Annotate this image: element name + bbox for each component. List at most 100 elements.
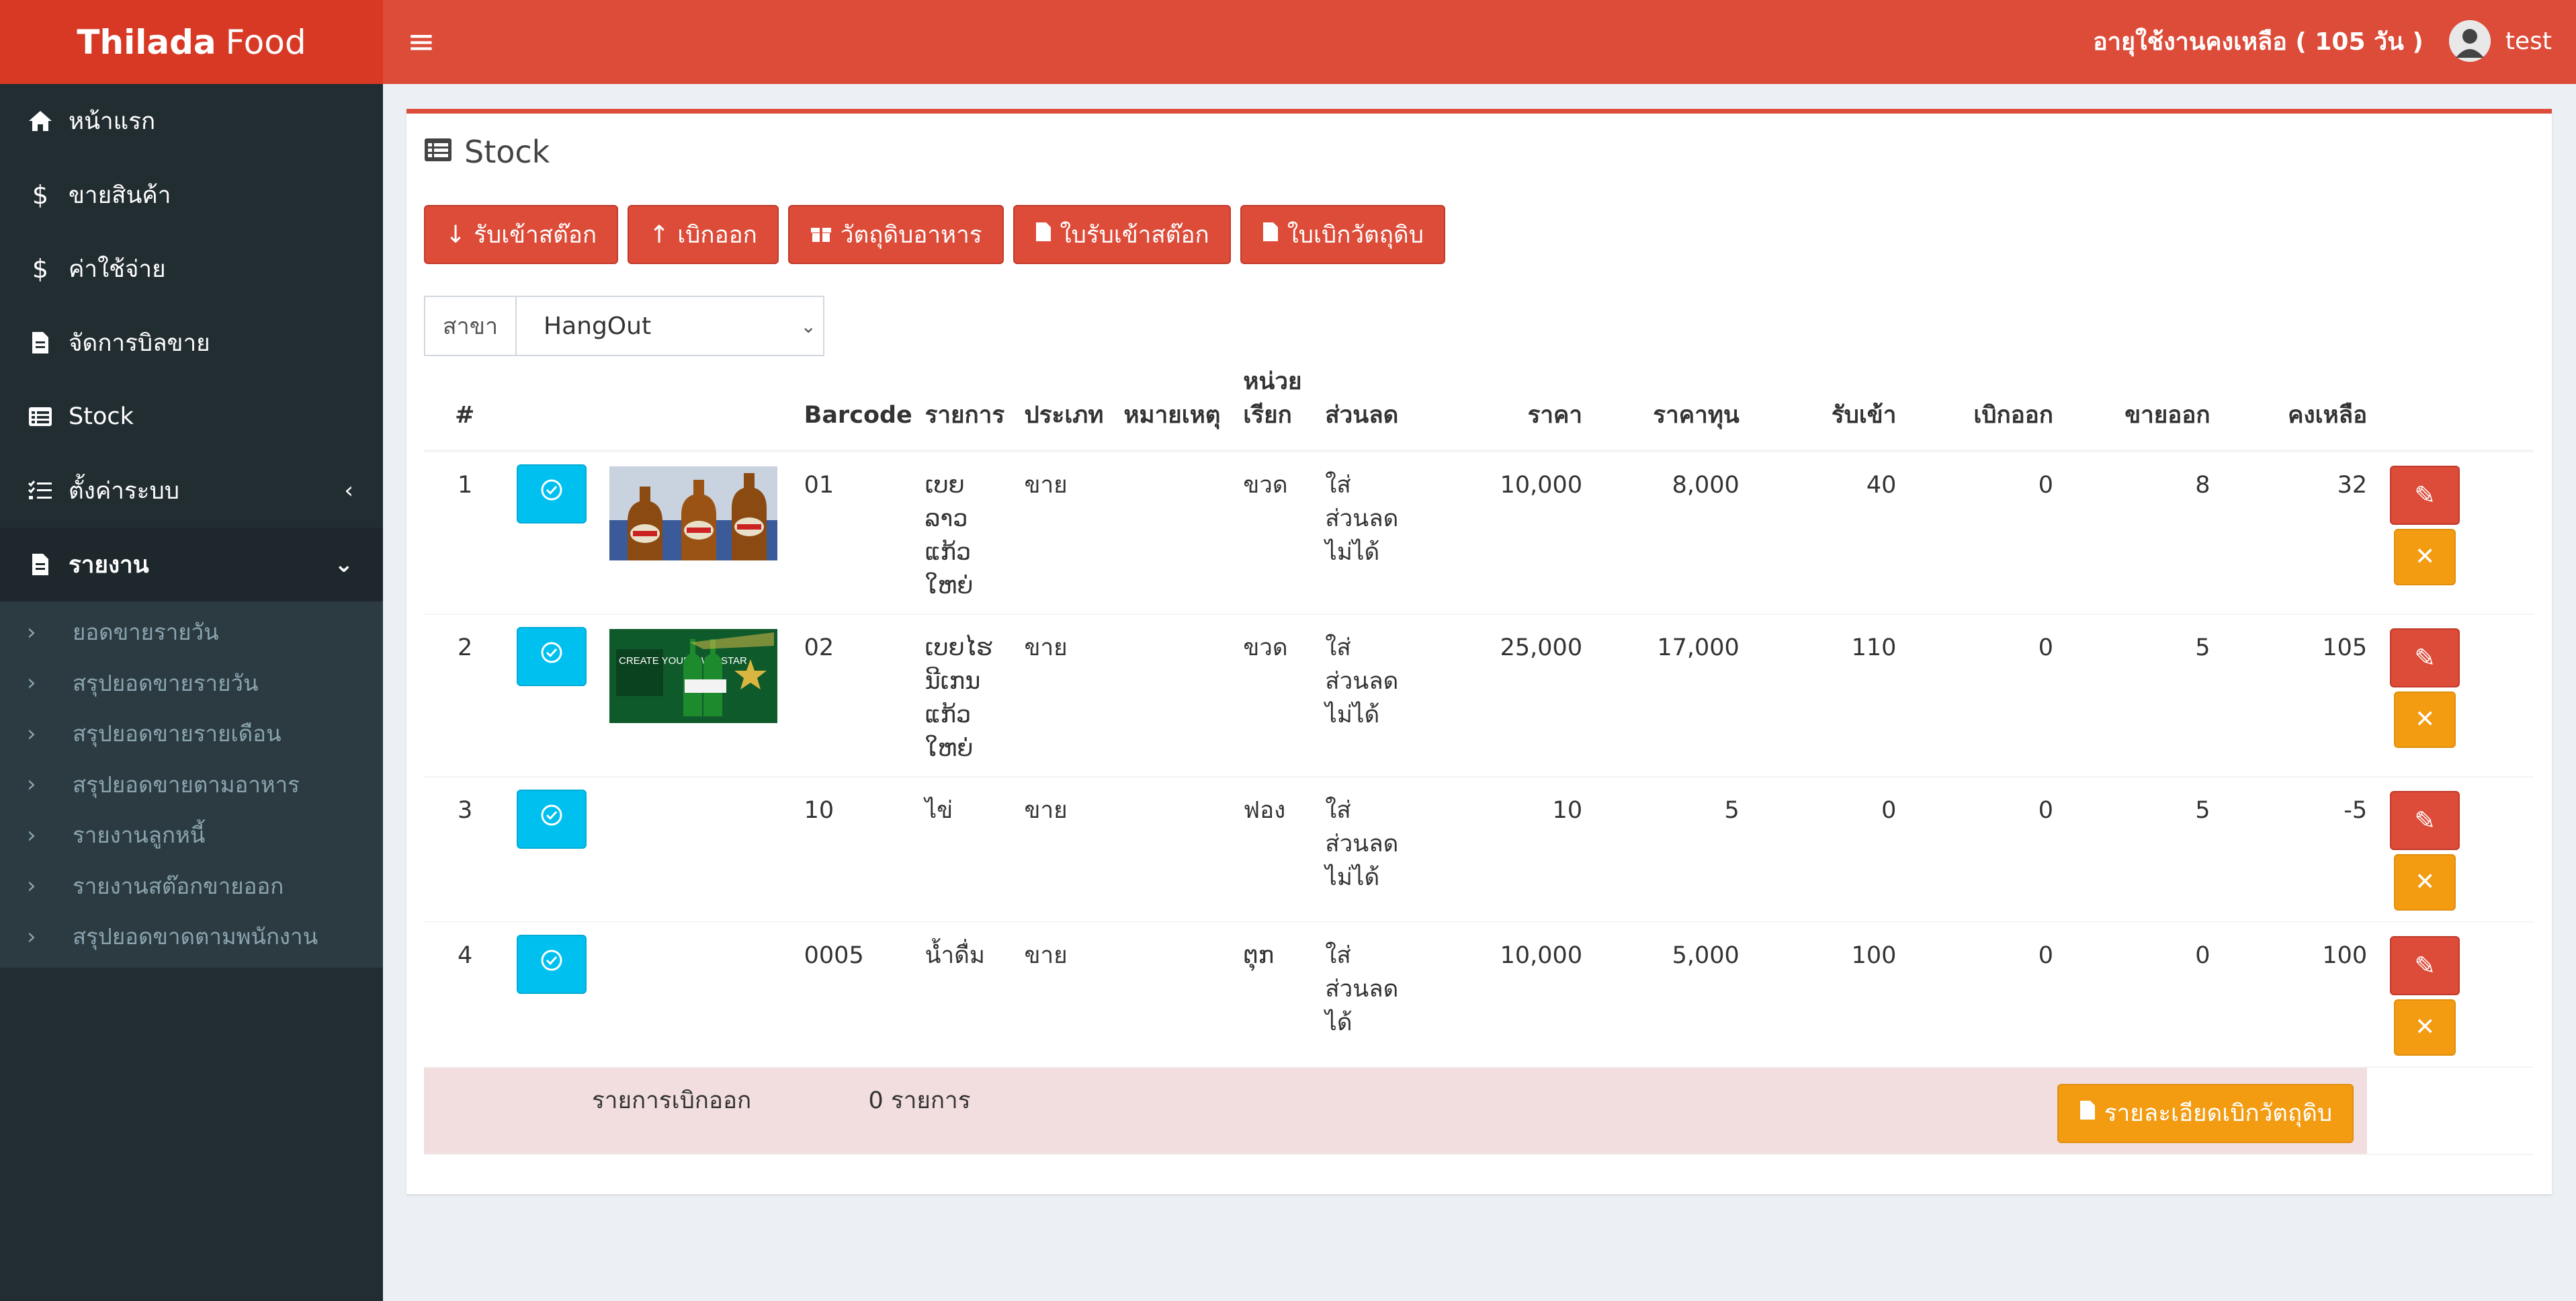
delete-button[interactable]: ✕ <box>2394 691 2456 748</box>
cell-price: 10 <box>1425 777 1583 923</box>
materials-button[interactable]: วัตถุดิบอาหาร <box>787 205 1004 264</box>
cell-in: 0 <box>1739 777 1897 923</box>
close-icon: ✕ <box>2415 868 2436 896</box>
edit-button[interactable]: ✎ <box>2390 466 2460 525</box>
select-button[interactable] <box>516 935 587 994</box>
close-icon: ✕ <box>2415 543 2436 571</box>
file-icon <box>2079 1097 2096 1130</box>
stock-table: # Barcode รายการ ประเภท หมายเหตุ หน่วยเร… <box>424 355 2534 1155</box>
select-button[interactable] <box>516 627 587 686</box>
select-button[interactable] <box>516 790 587 849</box>
table-row: 2 CREATE YOUR OWN STAR 02 ເບຍໄຮ ນີເກນ ແກ… <box>424 614 2534 778</box>
chevron-right-icon: › <box>27 872 36 900</box>
sidebar-subitem-daily-sales[interactable]: › ยอดขายรายวัน <box>0 607 383 658</box>
sidebar-item-label: ตั้งค่าระบบ <box>69 477 179 505</box>
stock-box: Stock ↓ รับเข้าสต๊อก ↑ เบิกออก วัตถุดิบอ… <box>406 109 2552 1194</box>
cell-in: 100 <box>1739 922 1897 1068</box>
cell-num: 1 <box>424 451 517 615</box>
sidebar-subitem-stock-out[interactable]: › รายงานสต๊อกขายออก <box>0 861 383 912</box>
report-submenu: › ยอดขายรายวัน › สรุปยอดขายรายวัน › สรุป… <box>0 601 383 968</box>
delete-button[interactable]: ✕ <box>2394 999 2456 1056</box>
button-label: ใบเบิกวัตถุดิบ <box>1287 221 1424 249</box>
chevron-right-icon: › <box>27 923 36 950</box>
app-logo[interactable]: Thilada Food <box>0 0 383 84</box>
sidebar-subitem-food-summary[interactable]: › สรุปยอดขายตามอาหาร <box>0 759 383 810</box>
chevron-right-icon: › <box>27 618 36 646</box>
select-button[interactable] <box>516 464 587 523</box>
cell-unit: ຕຸກ <box>1243 922 1326 1068</box>
arrow-down-icon: ↓ <box>445 220 466 249</box>
delete-button[interactable]: ✕ <box>2394 529 2456 585</box>
col-image <box>609 355 804 452</box>
col-check <box>516 355 609 452</box>
receive-stock-button[interactable]: ↓ รับเข้าสต๊อก <box>424 205 619 264</box>
col-item: รายการ <box>925 355 1025 452</box>
cell-remain: 100 <box>2210 922 2368 1068</box>
sidebar-subitem-label: รายงานลูกหนี้ <box>73 822 206 849</box>
gift-icon <box>810 221 832 249</box>
edit-button[interactable]: ✎ <box>2390 791 2460 850</box>
hamburger-menu-icon[interactable]: ≡ <box>407 22 435 61</box>
sidebar-subitem-label: สรุปยอดขายตามอาหาร <box>73 771 300 798</box>
cell-in: 40 <box>1739 451 1897 615</box>
cell-barcode: 0005 <box>804 922 925 1068</box>
cell-sold: 0 <box>2053 922 2210 1068</box>
sidebar-item-stock[interactable]: Stock <box>0 380 383 454</box>
sidebar-item-report[interactable]: รายงาน ⌄ <box>0 528 383 601</box>
cell-price: 10,000 <box>1425 451 1583 615</box>
col-cost: ราคาทุน <box>1582 355 1740 452</box>
col-discount: ส่วนลด <box>1325 355 1426 452</box>
sidebar-item-sell[interactable]: $ ขายสินค้า <box>0 158 383 232</box>
cell-note <box>1123 451 1244 615</box>
sidebar-subitem-daily-summary[interactable]: › สรุปยอดขายรายวัน <box>0 658 383 709</box>
col-actions <box>2367 355 2534 452</box>
button-label: เบิกออก <box>677 221 757 249</box>
file-icon <box>1035 221 1052 249</box>
page-title: Stock <box>424 134 550 170</box>
summary-row: รายการเบิกออก 0 รายการ รายละเอียดเบิกวัต… <box>424 1067 2534 1155</box>
chevron-right-icon: › <box>27 720 36 747</box>
cell-unit: ขวด <box>1243 614 1326 778</box>
cell-type: ขาย <box>1024 777 1124 923</box>
cell-cost: 8,000 <box>1582 451 1740 615</box>
sidebar-subitem-staff-summary[interactable]: › สรุปยอดขาดตามพนักงาน <box>0 911 383 962</box>
user-name[interactable]: test <box>2505 28 2552 55</box>
cell-cost: 5,000 <box>1582 922 1740 1068</box>
edit-button[interactable]: ✎ <box>2390 936 2460 995</box>
pencil-icon: ✎ <box>2414 480 2436 510</box>
edit-button[interactable]: ✎ <box>2390 628 2460 687</box>
sidebar-item-bills[interactable]: จัดการบิลขาย <box>0 306 383 380</box>
requisition-button[interactable]: ใบเบิกวัตถุดิบ <box>1240 205 1445 264</box>
sidebar-item-settings[interactable]: ตั้งค่าระบบ ‹ <box>0 454 383 528</box>
requisition-detail-button[interactable]: รายละเอียดเบิกวัตถุดิบ <box>2057 1084 2354 1143</box>
cell-item: ເບຍ ລາວ ແກ້ວ ໃຫຍ່ <box>925 451 1025 615</box>
receipt-button[interactable]: ใบรับเข้าสต๊อก <box>1013 205 1231 264</box>
button-label: วัตถุดิบอาหาร <box>840 221 982 249</box>
avatar[interactable] <box>2448 20 2491 62</box>
file-icon <box>24 331 56 355</box>
chevron-right-icon: › <box>27 821 36 849</box>
top-header: ≡ อายุใช้งานคงเหลือ ( 105 วัน ) test <box>383 0 2576 84</box>
dollar-icon: $ <box>32 254 49 284</box>
cell-item: ເບຍໄຮ ນີເກນ ແກ້ວ ໃຫຍ່ <box>925 614 1025 778</box>
withdraw-button[interactable]: ↑ เบิกออก <box>628 205 779 264</box>
sidebar-item-home[interactable]: หน้าแรก <box>0 84 383 158</box>
cell-num: 3 <box>424 777 517 923</box>
list-icon <box>424 136 452 169</box>
cell-type: ขาย <box>1024 922 1124 1068</box>
branch-select[interactable]: HangOut ⌄ <box>517 297 823 355</box>
sidebar-subitem-monthly-summary[interactable]: › สรุปยอดขายรายเดือน <box>0 708 383 759</box>
sidebar-item-label: Stock <box>69 403 134 430</box>
cell-item: น้ำดื่ม <box>925 922 1025 1068</box>
sidebar-subitem-debtors[interactable]: › รายงานลูกหนี้ <box>0 810 383 861</box>
sidebar-item-label: จัดการบิลขาย <box>69 329 210 357</box>
cell-discount: ใส่ ส่วนลด ได้ <box>1325 922 1426 1068</box>
cell-out: 0 <box>1896 451 2053 615</box>
delete-button[interactable]: ✕ <box>2394 854 2456 911</box>
cell-unit: ขวด <box>1243 451 1326 615</box>
sidebar-item-expense[interactable]: $ ค่าใช้จ่าย <box>0 232 383 306</box>
chevron-left-icon: ‹ <box>344 477 353 504</box>
cell-unit: ฟอง <box>1243 777 1326 923</box>
col-unit: หน่วยเรียก <box>1243 355 1326 452</box>
sidebar-item-label: ขายสินค้า <box>69 181 171 209</box>
